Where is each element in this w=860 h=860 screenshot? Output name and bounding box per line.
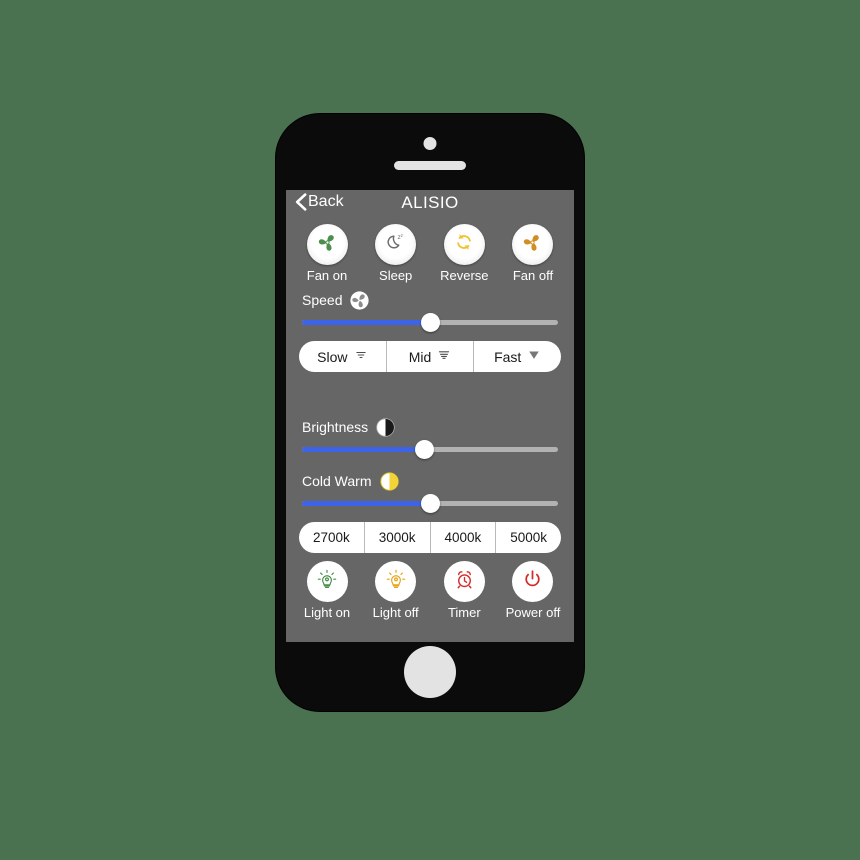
fan-small-icon [350, 290, 370, 310]
front-camera-icon [423, 137, 437, 150]
light-off-label: Light off [372, 605, 419, 620]
cold-warm-label: Cold Warm [302, 473, 372, 489]
timer-icon-disc [443, 561, 485, 602]
brightness-slider-thumb[interactable] [415, 440, 435, 459]
speed-preset-fast-label: Fast [494, 348, 522, 365]
page-title: ALISIO [401, 193, 459, 212]
fan-controls-row: Fan on z z Sleep Reverse Fan off [286, 224, 574, 283]
reverse-icon-disc [443, 224, 485, 265]
moon-zzz-icon: z z [384, 231, 407, 259]
light-off-button[interactable]: Light off [365, 561, 427, 620]
app-screen: Back ALISIO Fan on z z Sleep Reverse Fan… [286, 190, 574, 642]
speed-preset-segmented-control: Slow Mid Fast [299, 341, 561, 372]
reverse-button[interactable]: Reverse [433, 224, 495, 283]
home-button[interactable] [404, 646, 456, 698]
fan-off-button[interactable]: Fan off [502, 224, 564, 283]
power-off-label: Power off [505, 605, 561, 620]
wind-weak-icon [354, 348, 368, 365]
reverse-arrows-icon [453, 231, 475, 258]
brightness-slider-group: Brightness [286, 416, 574, 460]
color-temp-5000k[interactable]: 5000k [495, 522, 561, 553]
fan-off-label: Fan off [512, 268, 554, 283]
cold-warm-slider-thumb[interactable] [420, 494, 440, 513]
speed-preset-mid[interactable]: Mid [385, 341, 474, 372]
earpiece-speaker [394, 161, 466, 170]
color-temp-4000k[interactable]: 4000k [429, 522, 496, 553]
timer-label: Timer [447, 605, 481, 620]
phone-device-frame: Back ALISIO Fan on z z Sleep Reverse Fan… [276, 114, 584, 711]
speed-slider-header: Speed [302, 289, 558, 311]
fan-off-icon-disc [512, 224, 554, 265]
speed-label: Speed [302, 292, 343, 308]
fan-on-button[interactable]: Fan on [296, 224, 358, 283]
brightness-label: Brightness [302, 419, 369, 435]
color-temp-2700k[interactable]: 2700k [299, 522, 364, 553]
light-on-icon-disc [306, 561, 348, 602]
sleep-button[interactable]: z z Sleep [365, 224, 427, 283]
power-off-button[interactable]: Power off [502, 561, 564, 620]
timer-button[interactable]: Timer [433, 561, 495, 620]
fan-on-label: Fan on [306, 268, 348, 283]
brightness-slider[interactable] [302, 440, 558, 460]
nav-bar: Back ALISIO [286, 190, 574, 220]
speed-preset-mid-label: Mid [408, 348, 432, 365]
color-temp-5000k-label: 5000k [510, 530, 548, 545]
speed-slider-thumb[interactable] [420, 313, 440, 332]
bulb-off-icon [385, 568, 407, 595]
brightness-slider-fill [302, 447, 425, 452]
sleep-label: Sleep [379, 268, 413, 283]
reverse-label: Reverse [440, 268, 489, 283]
power-off-icon-disc [512, 561, 554, 602]
color-temp-3000k[interactable]: 3000k [363, 522, 430, 553]
sleep-icon-disc: z z [375, 224, 417, 265]
brightness-slider-header: Brightness [302, 416, 558, 438]
speed-preset-slow-label: Slow [317, 348, 348, 365]
half-circle-icon [376, 417, 395, 437]
color-temp-3000k-label: 3000k [378, 530, 416, 545]
speed-preset-slow[interactable]: Slow [299, 341, 386, 372]
color-temp-4000k-label: 4000k [444, 530, 482, 545]
alarm-clock-icon [454, 569, 475, 595]
cold-warm-slider-group: Cold Warm [286, 470, 574, 514]
speed-slider-fill [302, 320, 430, 325]
color-temperature-segmented-control: 2700k 3000k 4000k 5000k [299, 522, 561, 553]
light-on-label: Light on [303, 605, 351, 620]
fan-icon [316, 231, 339, 259]
cold-warm-slider-header: Cold Warm [302, 470, 558, 492]
cold-warm-slider-fill [302, 501, 430, 506]
light-controls-row: Light on Light off Timer Power off [286, 561, 574, 620]
wind-strong-icon [527, 348, 541, 365]
wind-medium-icon [437, 348, 451, 365]
svg-text:z: z [401, 233, 404, 238]
half-circle-yellow-icon [379, 471, 399, 491]
speed-preset-fast[interactable]: Fast [473, 341, 561, 372]
speed-slider-group: Speed [286, 289, 574, 333]
power-icon [522, 569, 543, 595]
color-temp-2700k-label: 2700k [312, 530, 350, 545]
speed-slider[interactable] [302, 313, 558, 333]
fan-icon [521, 231, 544, 259]
light-on-button[interactable]: Light on [296, 561, 358, 620]
cold-warm-slider[interactable] [302, 494, 558, 514]
light-off-icon-disc [375, 561, 417, 602]
fan-on-icon-disc [306, 224, 348, 265]
bulb-on-icon [316, 568, 338, 595]
